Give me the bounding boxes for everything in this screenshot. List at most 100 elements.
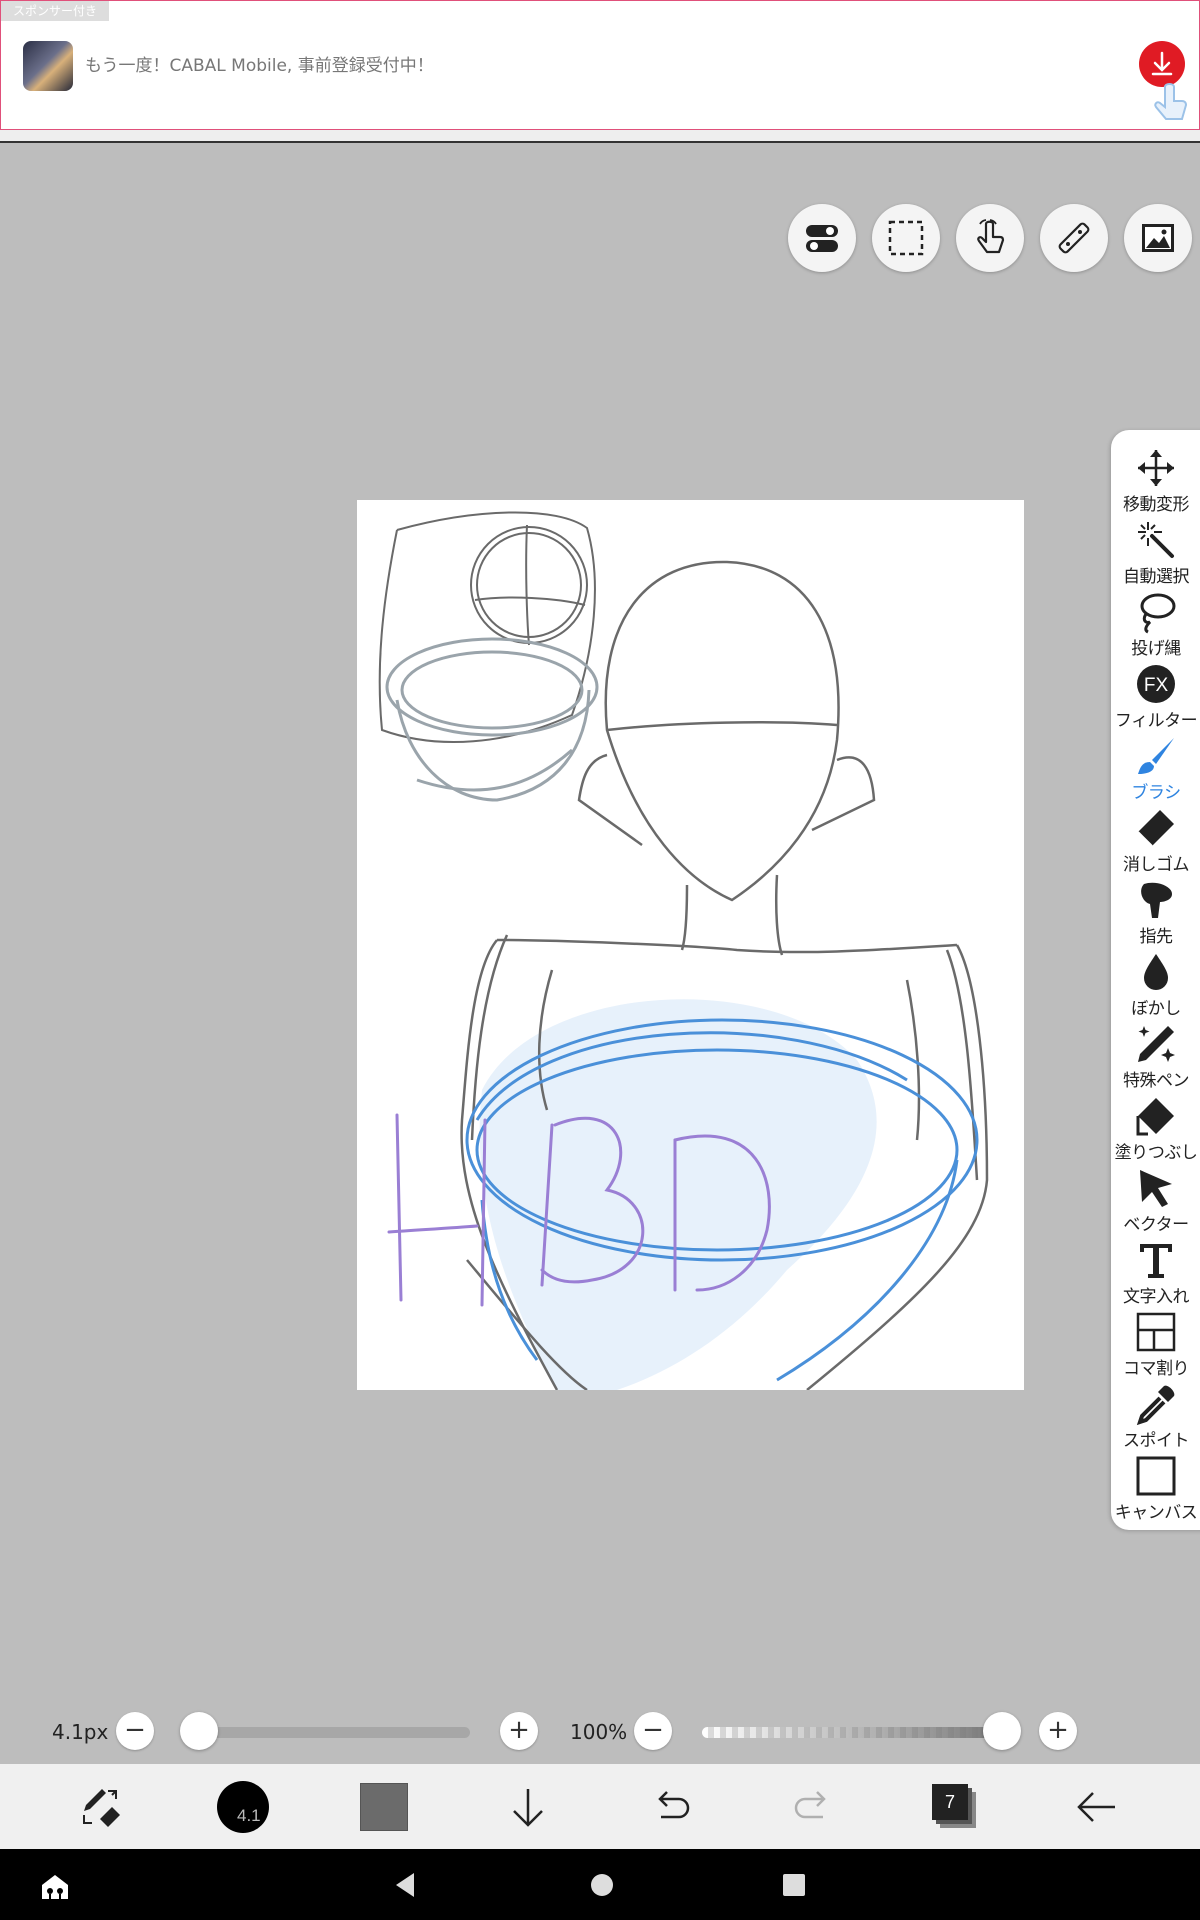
ad-text[interactable]: もう一度！CABAL Mobile, 事前登録受付中！: [85, 51, 434, 76]
tool-blur[interactable]: ぼかし: [1111, 950, 1200, 1022]
tool-eyedropper[interactable]: スポイト: [1111, 1382, 1200, 1454]
finger-icon: [1141, 882, 1172, 918]
tool-label: ぼかし: [1131, 999, 1181, 1019]
tool-label: 移動変形: [1123, 495, 1190, 515]
tool-label: ベクター: [1123, 1215, 1189, 1235]
canvas-icon: [1136, 1456, 1176, 1496]
ad-banner[interactable]: スポンサー付き もう一度！CABAL Mobile, 事前登録受付中！: [0, 0, 1200, 130]
bottom-toolbar: 4.1 7: [0, 1764, 1200, 1849]
brush-size-minus-button[interactable]: −: [116, 1712, 154, 1750]
image-icon: [1142, 224, 1174, 252]
swap-brush-eraser-button[interactable]: [40, 1764, 160, 1849]
opacity-minus-button[interactable]: −: [634, 1712, 672, 1750]
tool-label: スポイト: [1123, 1431, 1190, 1451]
save-down-button[interactable]: [468, 1764, 588, 1849]
tool-lasso[interactable]: 投げ縄: [1111, 590, 1200, 662]
tool-finger[interactable]: 指先: [1111, 878, 1200, 950]
text-icon: [1140, 1244, 1172, 1278]
hand-button[interactable]: [956, 204, 1024, 272]
opacity-plus-button[interactable]: +: [1039, 1712, 1077, 1750]
tool-filter[interactable]: FX フィルター: [1111, 662, 1200, 734]
brush-size-thumb[interactable]: [180, 1712, 218, 1750]
tool-label: 文字入れ: [1123, 1287, 1190, 1307]
nav-home-icon[interactable]: [588, 1871, 616, 1899]
color-swatch: [360, 1782, 408, 1831]
lasso-icon: [1140, 593, 1176, 634]
tool-brush[interactable]: ブラシ: [1111, 734, 1200, 806]
fx-icon: FX: [1137, 665, 1175, 703]
drawing-canvas[interactable]: [357, 500, 1024, 1390]
tool-move[interactable]: 移動変形: [1111, 446, 1200, 518]
undo-icon: [658, 1790, 690, 1818]
eyedropper-icon: [1136, 1385, 1175, 1426]
toggle-button[interactable]: [788, 204, 856, 272]
magic-wand-icon: [1138, 522, 1174, 558]
brush-eraser-swap-icon: [83, 1788, 120, 1827]
special-pen-icon: [1138, 1026, 1175, 1062]
layer-count: 7: [932, 1783, 968, 1820]
brush-size-track[interactable]: [185, 1727, 470, 1738]
toggle-icon: [806, 225, 838, 252]
layers-button[interactable]: 7: [895, 1764, 1015, 1849]
layers-icon: 7: [932, 1783, 978, 1830]
color-button[interactable]: [324, 1764, 444, 1849]
selection-icon: [888, 220, 924, 256]
tool-label: キャンバス: [1114, 1503, 1198, 1523]
tool-special-pen[interactable]: 特殊ペン: [1111, 1022, 1200, 1094]
fill-icon: [1136, 1098, 1174, 1136]
tool-palette: 移動変形 自動選択 投げ縄 FX フィルター ブラシ 消しゴム 指先 ぼかし 特…: [1111, 430, 1200, 1530]
tool-label: 指先: [1139, 927, 1174, 947]
vector-icon: [1140, 1170, 1172, 1207]
brush-slider-row: 4.1px − + 100% − +: [0, 1706, 1200, 1758]
opacity-track[interactable]: [702, 1727, 1002, 1738]
ad-thumbnail[interactable]: [23, 41, 73, 91]
tool-label: ブラシ: [1131, 783, 1181, 803]
selection-button[interactable]: [872, 204, 940, 272]
sketch-artwork: [378, 511, 989, 1390]
tool-label: 塗りつぶし: [1114, 1143, 1198, 1163]
hand-icon: [977, 219, 1005, 254]
undo-button[interactable]: [611, 1764, 731, 1849]
tool-label: 投げ縄: [1131, 639, 1181, 659]
opacity-thumb[interactable]: [983, 1712, 1021, 1750]
ad-divider: [0, 141, 1200, 143]
back-button[interactable]: [1037, 1764, 1157, 1849]
arrow-left-icon: [1077, 1791, 1115, 1822]
tool-fill[interactable]: 塗りつぶし: [1111, 1094, 1200, 1166]
accessibility-icon[interactable]: [38, 1869, 72, 1903]
tool-vector[interactable]: ベクター: [1111, 1166, 1200, 1238]
brush-size-preview-button[interactable]: 4.1: [183, 1764, 303, 1849]
nav-back-icon[interactable]: [392, 1871, 420, 1899]
tool-frame-divide[interactable]: コマ割り: [1111, 1310, 1200, 1382]
ad-separator: [0, 130, 1200, 141]
tool-label: 自動選択: [1123, 567, 1190, 587]
tool-eraser[interactable]: 消しゴム: [1111, 806, 1200, 878]
sponsored-tag: スポンサー付き: [1, 1, 110, 21]
opacity-label: 100%: [570, 1720, 628, 1744]
tool-label: 特殊ペン: [1123, 1071, 1190, 1091]
brush-size-badge: 4.1: [237, 1805, 261, 1825]
tool-label: コマ割り: [1123, 1359, 1190, 1379]
svg-text:FX: FX: [1144, 675, 1169, 696]
tool-label: フィルター: [1114, 711, 1198, 731]
blur-drop-icon: [1144, 954, 1168, 990]
frame-divide-icon: [1136, 1312, 1176, 1352]
move-icon: [1138, 450, 1174, 486]
brush-size-plus-button[interactable]: +: [500, 1712, 538, 1750]
ruler-icon: [1058, 222, 1090, 254]
tool-canvas[interactable]: キャンバス: [1111, 1454, 1200, 1526]
brush-size-preview: 4.1: [217, 1780, 269, 1833]
eraser-icon: [1137, 810, 1174, 847]
system-nav-bar: [0, 1849, 1200, 1920]
brush-size-label: 4.1px: [52, 1720, 109, 1744]
tool-text[interactable]: 文字入れ: [1111, 1238, 1200, 1310]
reference-image-button[interactable]: [1124, 204, 1192, 272]
tool-label: 消しゴム: [1123, 855, 1190, 875]
pointer-hand-icon: [1154, 83, 1188, 120]
nav-recents-icon[interactable]: [780, 1871, 808, 1899]
ruler-button[interactable]: [1040, 204, 1108, 272]
redo-button[interactable]: [753, 1764, 873, 1849]
redo-icon: [794, 1790, 826, 1818]
brush-icon: [1138, 738, 1174, 774]
tool-auto-select[interactable]: 自動選択: [1111, 518, 1200, 590]
